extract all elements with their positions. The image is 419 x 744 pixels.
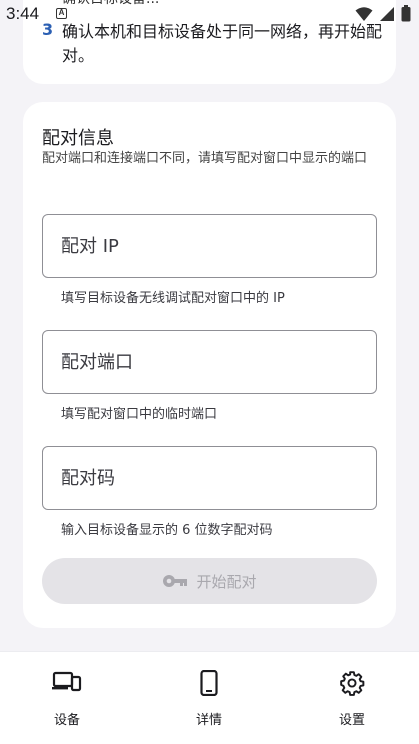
notification-icon: A	[56, 8, 67, 19]
pair-code-field[interactable]	[42, 446, 377, 510]
screen: 3:44 A 确认目标设备... 3 确认本机和目标设备处于同一网络，再开始配对…	[0, 0, 419, 744]
nav-label-details: 详情	[195, 713, 222, 728]
pair-port-helper: 填写配对窗口中的临时端口	[61, 407, 218, 422]
key-icon	[163, 575, 188, 587]
pair-code-helper: 输入目标设备显示的 6 位数字配对码	[61, 523, 273, 538]
status-time: 3:44	[6, 4, 40, 23]
pair-ip-helper: 填写目标设备无线调试配对窗口中的 IP	[61, 291, 285, 306]
nav-item-settings[interactable]: 设置	[297, 652, 407, 744]
pair-code-input[interactable]	[61, 447, 361, 509]
status-bar: 3:44 A	[0, 0, 419, 28]
devices-icon	[52, 671, 82, 692]
bottom-nav: 设备 详情 设置	[0, 651, 419, 744]
signal-icon	[380, 6, 394, 21]
nav-label-devices: 设备	[53, 713, 80, 728]
nav-item-details[interactable]: 详情	[154, 652, 264, 744]
pair-ip-input[interactable]	[61, 215, 361, 277]
battery-icon	[401, 5, 411, 22]
nav-label-settings: 设置	[338, 713, 365, 728]
pairing-title: 配对信息	[42, 128, 114, 149]
nav-item-devices[interactable]: 设备	[12, 652, 122, 744]
gear-icon	[340, 671, 365, 696]
status-icons	[355, 5, 411, 22]
start-pairing-button[interactable]: 开始配对	[42, 558, 377, 604]
phone-icon	[200, 670, 218, 696]
pair-port-field[interactable]	[42, 330, 377, 394]
start-pairing-label: 开始配对	[196, 572, 257, 591]
pair-ip-field[interactable]	[42, 214, 377, 278]
pair-port-input[interactable]	[61, 331, 361, 393]
wifi-icon	[355, 6, 373, 21]
pairing-description: 配对端口和连接端口不同，请填写配对窗口中显示的端口	[42, 151, 368, 166]
